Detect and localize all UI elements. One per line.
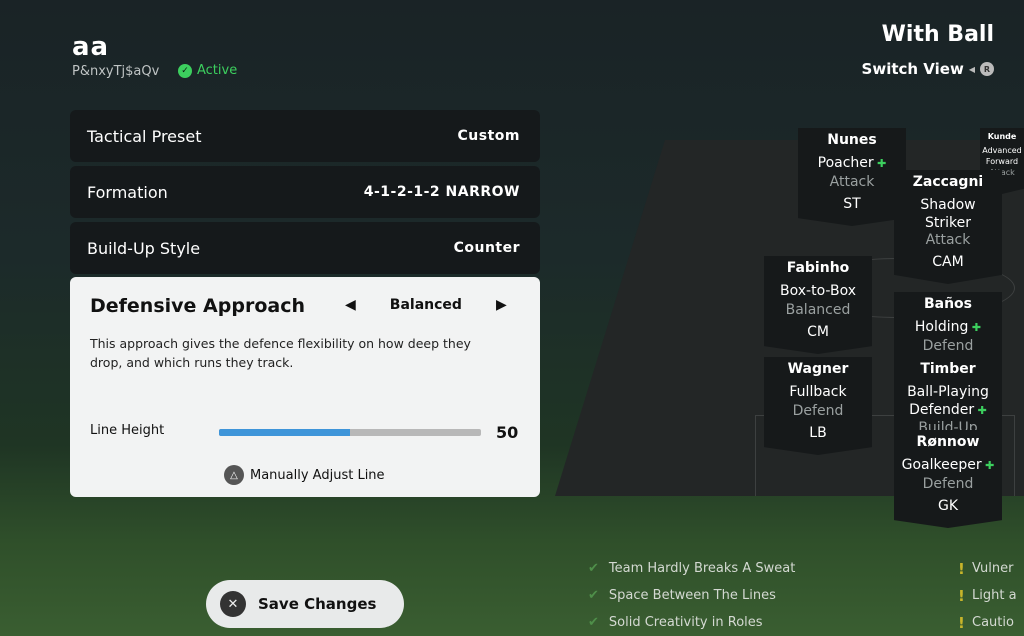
player-role-row: Goalkeeper ✚ xyxy=(896,456,1000,476)
plus-icon: ✚ xyxy=(974,404,987,417)
plus-icon: ✚ xyxy=(981,459,995,472)
chevron-right-icon[interactable]: ▶ xyxy=(496,297,507,313)
plus-icon: ✚ xyxy=(968,321,982,334)
player-name: Fabinho xyxy=(786,260,850,276)
player-role: Goalkeeper xyxy=(901,457,982,473)
player-name: Baños xyxy=(923,296,973,312)
player-role: Fullback xyxy=(789,384,847,400)
player-focus: Balanced xyxy=(785,302,851,318)
warning-item: ! Vulner xyxy=(958,555,1017,582)
player-position: LB xyxy=(809,425,827,441)
player-card[interactable]: Wagner Fullback Defend LB xyxy=(764,357,872,455)
view-title: With Ball xyxy=(881,22,994,47)
player-focus: Attack xyxy=(829,174,875,190)
strength-item: ✔ Solid Creativity in Roles xyxy=(588,609,795,636)
player-role: Holding xyxy=(914,319,969,335)
warning-icon: ! xyxy=(958,586,965,605)
warning-icon: ! xyxy=(958,559,965,578)
defensive-approach-value: Balanced xyxy=(389,297,462,313)
check-circle-icon: ✓ xyxy=(178,63,192,78)
triangle-button-icon: △ xyxy=(224,465,244,485)
player-card[interactable]: Rønnow Goalkeeper ✚ Defend GK xyxy=(894,430,1002,528)
player-card[interactable]: Nunes Poacher ✚ Attack ST xyxy=(798,128,906,226)
setting-label: Tactical Preset xyxy=(87,126,202,146)
player-role: Advanced Forward xyxy=(982,146,1022,166)
formation-row[interactable]: Formation 4-1-2-1-2 NARROW xyxy=(70,166,540,218)
arrow-left-icon: ◀ xyxy=(968,64,975,74)
strengths-list: ✔ Team Hardly Breaks A Sweat ✔ Space Betwe… xyxy=(588,555,795,636)
player-role-row: Advanced Forward xyxy=(981,145,1023,167)
defensive-approach-title: Defensive Approach xyxy=(90,295,305,317)
setting-label: Build-Up Style xyxy=(87,238,201,258)
defensive-approach-description: This approach gives the defence flexibil… xyxy=(90,336,471,370)
player-card[interactable]: Zaccagni Shadow Striker Attack CAM xyxy=(894,170,1002,284)
x-button-icon: ✕ xyxy=(220,591,246,617)
strength-item: ✔ Team Hardly Breaks A Sweat xyxy=(588,555,795,582)
player-role-row: Holding ✚ xyxy=(896,318,1000,338)
line-height-value: 50 xyxy=(496,423,519,442)
defensive-approach-selector[interactable]: ◀ Balanced ▶ xyxy=(345,297,507,313)
setting-value: Custom xyxy=(457,128,520,144)
switch-view-button[interactable]: Switch View ◀ R xyxy=(862,60,994,78)
player-role-row: Box-to-Box xyxy=(766,282,870,302)
player-focus: Attack xyxy=(925,232,971,248)
check-icon: ✔ xyxy=(588,561,599,576)
tactical-preset-row[interactable]: Tactical Preset Custom xyxy=(70,110,540,162)
save-changes-button[interactable]: ✕ Save Changes xyxy=(206,580,404,628)
warning-item: ! Cautio xyxy=(958,609,1017,636)
build-up-style-row[interactable]: Build-Up Style Counter xyxy=(70,222,540,274)
defensive-approach-panel: Defensive Approach ◀ Balanced ▶ This app… xyxy=(70,277,540,497)
player-name: Kunde xyxy=(987,132,1017,141)
player-role: Poacher xyxy=(817,155,874,171)
player-role-row: Fullback xyxy=(766,383,870,403)
status-text: Active xyxy=(197,63,238,78)
chevron-left-icon[interactable]: ◀ xyxy=(345,297,356,313)
warning-text: Light a xyxy=(972,588,1017,603)
setting-label: Formation xyxy=(87,182,168,202)
team-name: aa xyxy=(72,32,110,62)
check-icon: ✔ xyxy=(588,588,599,603)
player-role-row: Shadow Striker xyxy=(896,196,1000,232)
r-button-icon: R xyxy=(980,62,994,76)
player-role-row: Poacher ✚ xyxy=(800,154,904,174)
player-name: Timber xyxy=(920,361,976,377)
team-subtitle: P&nxyTj$aQv xyxy=(72,64,160,79)
line-height-fill xyxy=(219,429,350,436)
player-name: Rønnow xyxy=(916,434,980,450)
player-role-row: Ball-Playing Defender ✚ xyxy=(896,383,1000,420)
player-focus: Defend xyxy=(922,476,974,492)
line-height-slider[interactable] xyxy=(219,429,481,436)
setting-value: 4-1-2-1-2 NARROW xyxy=(363,184,520,200)
player-name: Nunes xyxy=(827,132,877,148)
save-label: Save Changes xyxy=(258,595,377,613)
player-role: Box-to-Box xyxy=(780,283,856,299)
status-badge: ✓ Active xyxy=(178,63,237,78)
warnings-list: ! Vulner ! Light a ! Cautio xyxy=(958,555,1017,636)
check-icon: ✔ xyxy=(588,615,599,630)
manually-adjust-line-button[interactable]: △ Manually Adjust Line xyxy=(224,465,385,485)
player-focus: Defend xyxy=(922,338,974,354)
player-focus: Defend xyxy=(792,403,844,419)
player-name: Zaccagni xyxy=(912,174,984,190)
player-name: Wagner xyxy=(787,361,849,377)
manual-adjust-label: Manually Adjust Line xyxy=(250,467,385,483)
player-position: CAM xyxy=(932,254,964,270)
player-card[interactable]: Fabinho Box-to-Box Balanced CM xyxy=(764,256,872,354)
player-role: Shadow Striker xyxy=(920,197,976,231)
switch-view-label: Switch View xyxy=(861,60,964,78)
strength-text: Team Hardly Breaks A Sweat xyxy=(608,561,796,576)
strength-item: ✔ Space Between The Lines xyxy=(588,582,795,609)
warning-text: Cautio xyxy=(972,615,1014,630)
strength-text: Space Between The Lines xyxy=(608,588,776,603)
player-position: GK xyxy=(937,498,959,514)
plus-icon: ✚ xyxy=(873,157,887,170)
setting-value: Counter xyxy=(453,240,520,256)
player-position: ST xyxy=(843,196,861,212)
player-position: CM xyxy=(807,324,829,340)
warning-text: Vulner xyxy=(972,561,1014,576)
line-height-label: Line Height xyxy=(90,423,165,438)
strength-text: Solid Creativity in Roles xyxy=(608,615,763,630)
warning-icon: ! xyxy=(958,613,965,632)
warning-item: ! Light a xyxy=(958,582,1017,609)
